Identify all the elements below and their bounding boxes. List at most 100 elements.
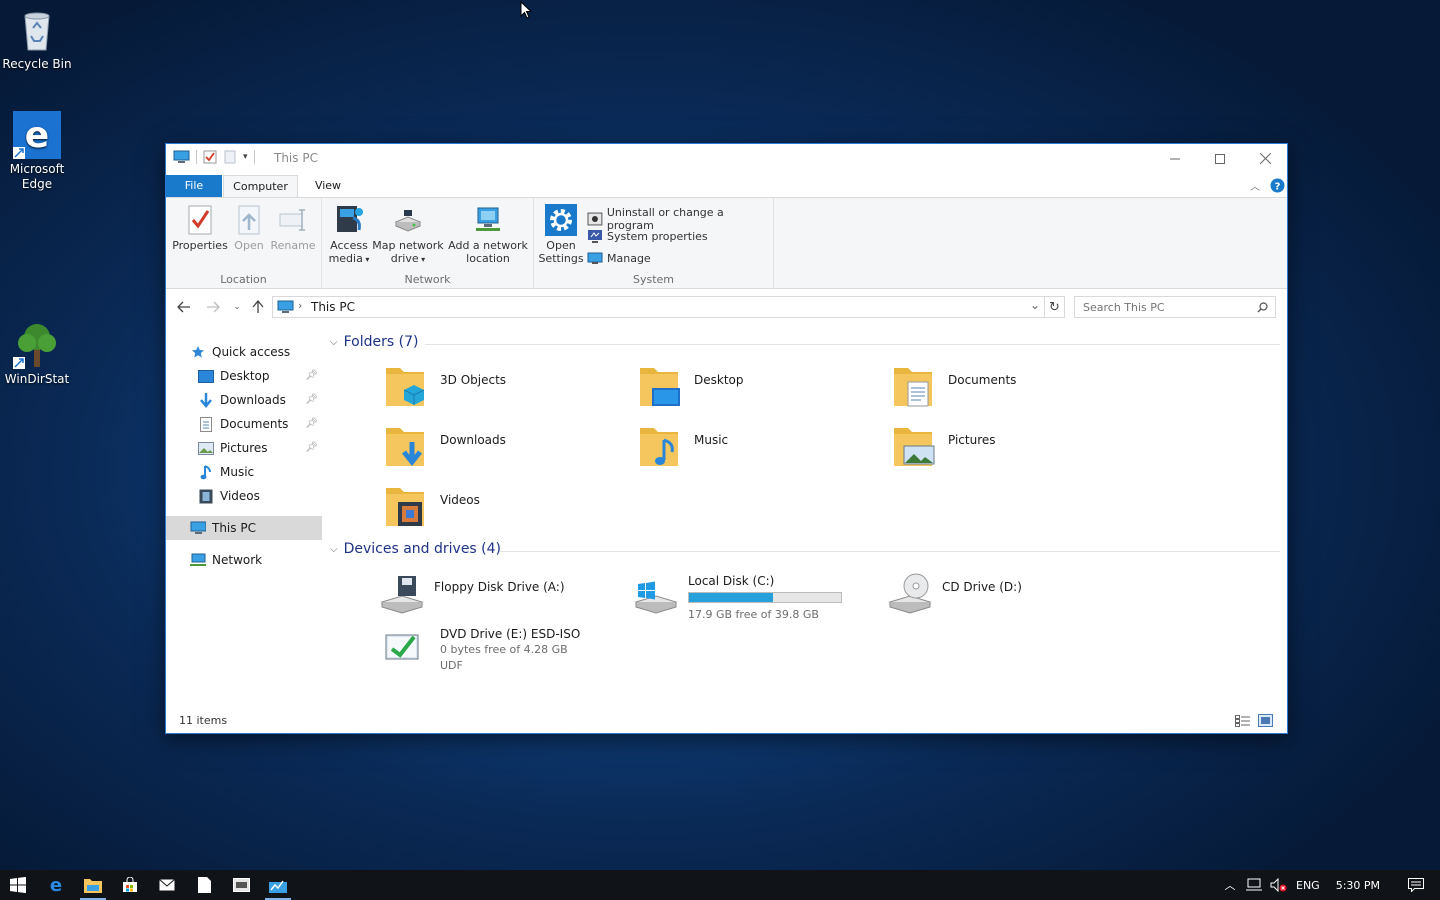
add-network-location-button[interactable]: Add a network location — [446, 204, 530, 265]
properties-check-icon[interactable] — [203, 150, 217, 164]
folder-name: Videos — [440, 493, 480, 507]
volume-muted-icon[interactable] — [1270, 878, 1288, 892]
start-button[interactable] — [0, 870, 36, 900]
taskbar-windirstat-button[interactable] — [260, 870, 296, 900]
refresh-button[interactable]: ↻ — [1045, 296, 1065, 318]
nav-item-downloads[interactable]: Downloads 📌︎ — [166, 388, 322, 412]
folders-header-label: Folders (7) — [343, 334, 419, 350]
action-center-icon[interactable] — [1408, 878, 1425, 892]
search-box[interactable] — [1074, 296, 1276, 318]
nav-item-desktop[interactable]: Desktop 📌︎ — [166, 364, 322, 388]
map-network-drive-icon — [394, 210, 422, 232]
drive-name: CD Drive (D:) — [942, 580, 1022, 594]
nav-label: Network — [212, 553, 263, 567]
drive-tile-cd[interactable]: CD Drive (D:) — [886, 570, 1136, 626]
tab-computer[interactable]: Computer — [223, 175, 298, 198]
folder-tile-downloads[interactable]: Downloads — [384, 422, 634, 478]
collapse-ribbon-icon[interactable]: ︿ — [1250, 178, 1260, 193]
drive-tile-dvd[interactable]: DVD Drive (E:) ESD-ISO 0 bytes free of 4… — [384, 623, 634, 679]
up-button[interactable] — [249, 298, 267, 316]
nav-item-music[interactable]: Music — [166, 460, 322, 484]
details-view-icon[interactable] — [1235, 715, 1251, 727]
status-bar: 11 items — [166, 709, 1287, 733]
film-icon — [198, 488, 214, 504]
nav-item-documents[interactable]: Documents 📌︎ — [166, 412, 322, 436]
nav-item-this-pc[interactable]: This PC — [166, 516, 322, 540]
desktop-icon-windirstat[interactable]: WinDirStat — [0, 321, 74, 387]
cd-drive-icon — [888, 573, 932, 614]
folder-tile-documents[interactable]: Documents — [892, 362, 1142, 418]
large-icons-view-icon[interactable] — [1258, 714, 1273, 727]
clock[interactable]: 5:30 PM — [1336, 879, 1380, 892]
customize-dropdown-icon[interactable]: ▾ — [243, 152, 248, 162]
desktop-icon-recycle-bin[interactable]: Recycle Bin — [0, 6, 74, 72]
input-language-indicator[interactable]: ENG — [1296, 879, 1320, 892]
search-input[interactable] — [1083, 299, 1253, 315]
drive-tile-local-disk[interactable]: Local Disk (C:) 17.9 GB free of 39.8 GB — [632, 570, 882, 626]
open-settings-button[interactable]: Open Settings — [538, 204, 584, 265]
forward-arrow-icon — [207, 301, 220, 313]
address-dropdown-icon[interactable]: ⌄ — [1030, 298, 1040, 312]
recent-locations-button[interactable]: ⌄ — [228, 298, 246, 316]
folder-tile-pictures[interactable]: Pictures — [892, 422, 1142, 478]
nav-item-videos[interactable]: Videos — [166, 484, 322, 508]
folders-group-header[interactable]: ⌵ Folders (7) — [330, 334, 1280, 350]
open-icon — [238, 205, 260, 235]
maximize-button[interactable] — [1197, 144, 1243, 173]
music-note-icon — [198, 464, 214, 480]
taskbar-app-button[interactable] — [223, 870, 259, 900]
tab-view[interactable]: View — [306, 175, 350, 197]
nav-item-quick-access[interactable]: Quick access — [166, 340, 322, 364]
forward-button[interactable] — [204, 298, 222, 316]
item-count: 11 items — [179, 714, 228, 727]
group-label-system: System — [632, 273, 675, 286]
taskbar-edge-button[interactable]: e — [38, 870, 74, 900]
drive-tile-floppy[interactable]: Floppy Disk Drive (A:) — [378, 570, 628, 626]
minimize-icon — [1170, 158, 1180, 159]
properties-button[interactable]: Properties — [172, 204, 228, 252]
taskbar-notepad-button[interactable] — [186, 870, 222, 900]
folder-tile-music[interactable]: Music — [638, 422, 888, 478]
pin-icon[interactable]: 📌︎ — [305, 394, 318, 405]
tab-file[interactable]: File — [166, 175, 222, 197]
nav-item-network[interactable]: Network — [166, 548, 322, 572]
system-properties-button[interactable]: System properties — [587, 228, 708, 244]
folder-tile-3d-objects[interactable]: 3D Objects — [384, 362, 634, 418]
devices-header-label: Devices and drives (4) — [343, 541, 502, 557]
rename-button[interactable]: Rename — [270, 204, 316, 252]
help-icon[interactable]: ? — [1270, 178, 1285, 193]
nav-item-pictures[interactable]: Pictures 📌︎ — [166, 436, 322, 460]
taskbar-store-button[interactable] — [112, 870, 148, 900]
show-hidden-icons-chevron-icon[interactable]: ︿ — [1222, 877, 1238, 893]
picture-icon — [198, 440, 214, 456]
breadcrumb-this-pc[interactable]: This PC — [311, 300, 355, 314]
open-button[interactable]: Open — [230, 204, 268, 252]
pin-icon[interactable]: 📌︎ — [305, 370, 318, 381]
system-properties-icon — [588, 230, 602, 243]
devices-group-header[interactable]: ⌵ Devices and drives (4) — [330, 541, 1280, 557]
drive-name: Floppy Disk Drive (A:) — [434, 580, 565, 594]
manage-button[interactable]: Manage — [587, 250, 651, 266]
edge-icon: e — [13, 111, 61, 159]
access-media-button[interactable]: Access media ▾ — [328, 204, 370, 266]
folder-pictures-icon — [894, 428, 935, 466]
drive-free-space: 0 bytes free of 4.28 GB — [440, 643, 568, 656]
chevron-down-icon: ⌵ — [330, 336, 338, 348]
window-title: This PC — [274, 151, 318, 165]
network-status-icon[interactable] — [1246, 878, 1262, 892]
new-folder-icon[interactable] — [223, 150, 237, 164]
chevron-down-icon: ⌵ — [330, 543, 338, 555]
minimize-button[interactable] — [1152, 144, 1198, 173]
folder-tile-desktop[interactable]: Desktop — [638, 362, 888, 418]
map-network-drive-button[interactable]: Map network drive ▾ — [372, 204, 444, 266]
desktop-icon-microsoft-edge[interactable]: e Microsoft Edge — [0, 111, 74, 192]
address-bar[interactable]: › This PC ⌄ — [272, 296, 1045, 318]
close-button[interactable] — [1242, 144, 1288, 173]
pin-icon[interactable]: 📌︎ — [305, 418, 318, 429]
back-button[interactable] — [175, 298, 193, 316]
taskbar-file-explorer-button[interactable] — [75, 870, 111, 900]
pin-icon[interactable]: 📌︎ — [305, 442, 318, 453]
taskbar-mail-button[interactable] — [149, 870, 185, 900]
folder-tile-videos[interactable]: Videos — [384, 482, 634, 538]
edge-icon: e — [50, 876, 62, 894]
